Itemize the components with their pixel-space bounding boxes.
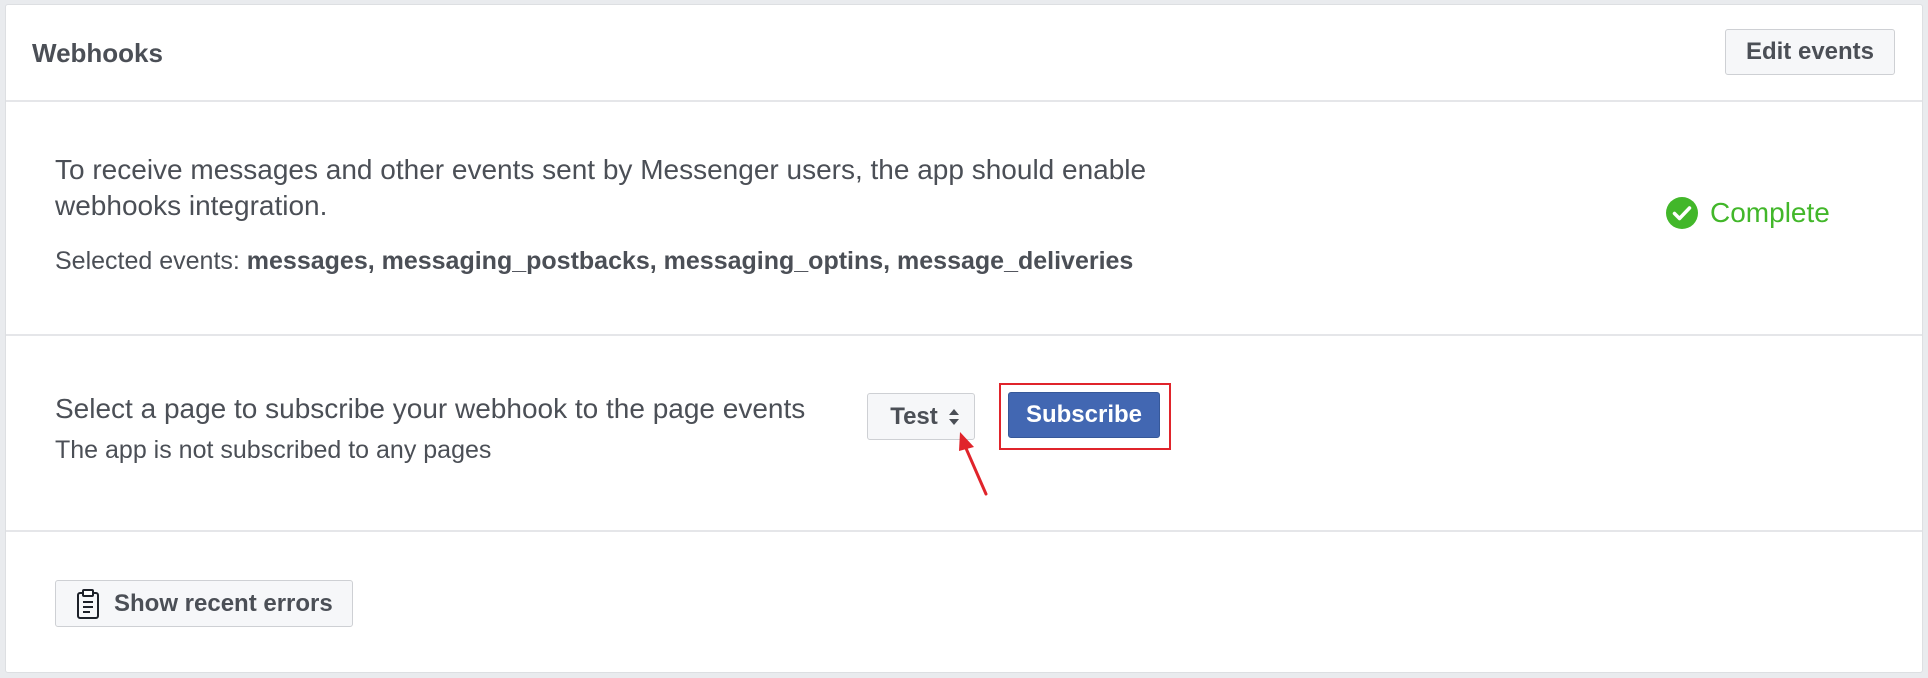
subscription-note: The app is not subscribed to any pages: [55, 436, 492, 464]
clipboard-icon: [77, 588, 99, 619]
status-text: Complete: [1710, 197, 1830, 228]
subscription-title: Select a page to subscribe your webhook …: [55, 393, 806, 424]
subscribe-button[interactable]: Subscribe: [1008, 392, 1160, 438]
subscription-section: Select a page to subscribe your webhook …: [6, 336, 1922, 532]
status-badge: Complete: [1666, 197, 1830, 229]
page-select-value: Test: [890, 402, 938, 430]
edit-events-button[interactable]: Edit events: [1725, 29, 1895, 75]
errors-section: Show recent errors: [6, 532, 1922, 672]
show-recent-errors-label: Show recent errors: [114, 589, 333, 617]
panel-header: Webhooks Edit events: [6, 5, 1922, 102]
webhooks-panel: Webhooks Edit events To receive messages…: [5, 4, 1923, 673]
selected-events-label: Selected events:: [55, 247, 240, 275]
selected-events-list: messages, messaging_postbacks, messaging…: [246, 247, 1134, 275]
select-arrows-icon: [948, 408, 959, 425]
annotation-arrow-icon: [959, 432, 988, 496]
selected-events: Selected events: messages, messaging_pos…: [55, 247, 1133, 276]
show-recent-errors-button[interactable]: Show recent errors: [55, 580, 353, 627]
integration-section: To receive messages and other events sen…: [6, 102, 1922, 336]
check-circle-icon: [1666, 197, 1698, 229]
panel-title: Webhooks: [32, 38, 163, 68]
integration-description: To receive messages and other events sen…: [55, 154, 1147, 221]
